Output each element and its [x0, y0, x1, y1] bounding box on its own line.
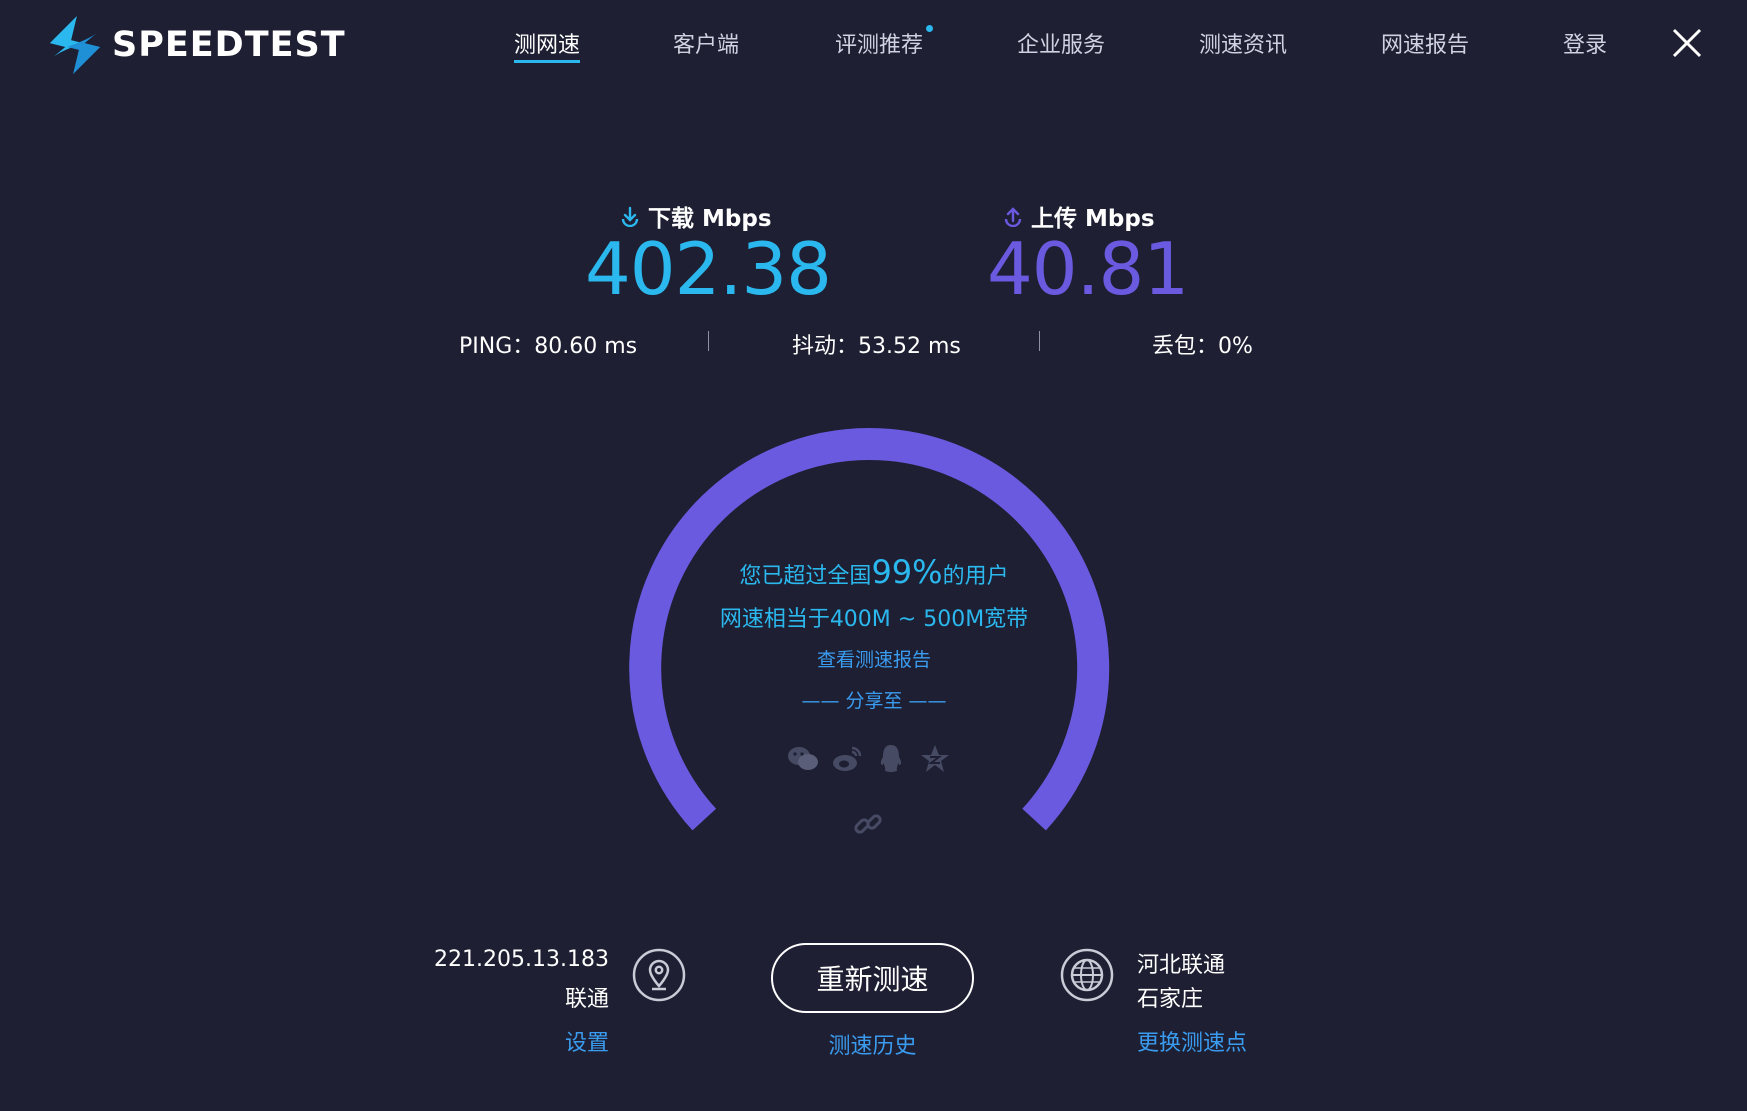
retest-text: 重新测速: [816, 963, 929, 996]
nav-login[interactable]: 登录: [1563, 27, 1607, 59]
view-report-text: 查看测速报告: [816, 649, 931, 671]
nav-label: 网速报告: [1381, 33, 1470, 58]
new-badge-dot: [926, 25, 934, 32]
logo-text: SPEEDTEST: [112, 25, 346, 65]
ip-address: 221.205.13.183: [434, 947, 609, 972]
upload-icon: [1004, 207, 1022, 227]
nav-label: 企业服务: [1017, 33, 1106, 58]
retest-button[interactable]: 重新测速: [771, 943, 974, 1013]
view-report-link[interactable]: 查看测速报告: [624, 645, 1124, 672]
server-city: 石家庄: [1137, 987, 1204, 1012]
nav-active-underline: [514, 60, 581, 63]
location-pin-icon: [632, 948, 686, 1002]
nav-label: 客户端: [673, 33, 740, 58]
test-history-text: 测速历史: [828, 1034, 917, 1059]
close-icon[interactable]: [1670, 26, 1704, 60]
settings-link[interactable]: 设置: [390, 1025, 609, 1057]
rank-suffix: 的用户: [942, 564, 1009, 589]
bandwidth-message: 网速相当于400M ~ 500M宽带: [719, 607, 1029, 632]
download-icon: [621, 206, 639, 227]
test-history-link[interactable]: 测速历史: [771, 1028, 974, 1060]
change-server-link[interactable]: 更换测速点: [1137, 1025, 1247, 1057]
nav-client[interactable]: 客户端: [673, 27, 739, 59]
rank-percent: 99%: [871, 553, 943, 591]
logo[interactable]: SPEEDTEST: [44, 14, 346, 76]
share-label: —— 分享至 ——: [801, 690, 947, 712]
divider: [1039, 331, 1040, 351]
nav-test-speed[interactable]: 测网速: [514, 27, 581, 63]
weibo-icon[interactable]: [830, 742, 864, 776]
globe-icon: [1060, 948, 1114, 1002]
settings-text: 设置: [564, 1031, 609, 1056]
nav-report[interactable]: 网速报告: [1381, 27, 1469, 59]
nav-news[interactable]: 测速资讯: [1199, 27, 1287, 59]
download-value: 402.38: [585, 227, 832, 311]
nav-label: 测速资讯: [1199, 33, 1288, 58]
nav-enterprise[interactable]: 企业服务: [1017, 27, 1105, 59]
rank-message: 您已超过全国99%的用户: [624, 553, 1124, 591]
nav-label: 登录: [1563, 33, 1608, 58]
nav-reviews[interactable]: 评测推荐: [835, 25, 934, 59]
divider: [708, 331, 709, 351]
qq-icon[interactable]: [874, 742, 908, 776]
change-server-text: 更换测速点: [1137, 1031, 1248, 1056]
server-name: 河北联通: [1137, 953, 1226, 978]
speedtest-logo-icon: [49, 15, 101, 75]
link-icon[interactable]: [852, 808, 886, 842]
qzone-icon[interactable]: [918, 742, 952, 776]
nav-label: 测网速: [514, 33, 581, 58]
isp-name: 联通: [564, 987, 609, 1012]
wechat-icon[interactable]: [786, 742, 820, 776]
upload-value: 40.81: [987, 227, 1189, 311]
packet-loss-stat: 丢包：0%: [1152, 334, 1253, 359]
speed-gauge-arc: [629, 428, 1110, 831]
rank-prefix: 您已超过全国: [739, 564, 872, 589]
nav-label: 评测推荐: [835, 33, 924, 58]
ping-stat: PING：80.60 ms: [459, 334, 638, 359]
jitter-stat: 抖动：53.52 ms: [792, 334, 961, 359]
